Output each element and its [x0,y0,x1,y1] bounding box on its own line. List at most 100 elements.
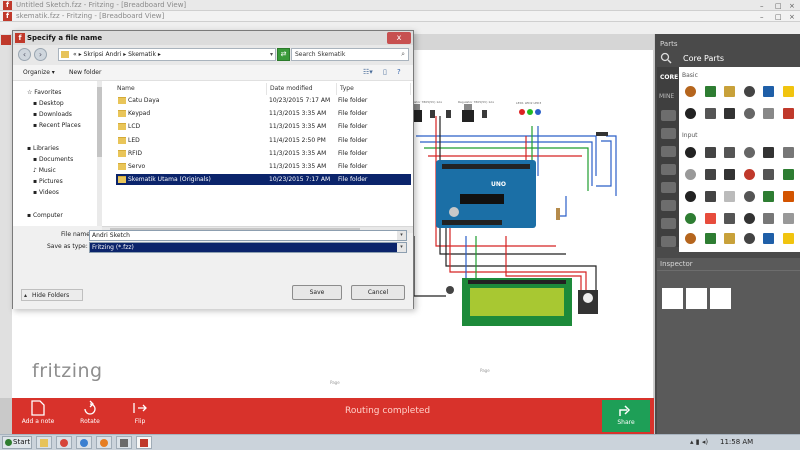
part-tile[interactable] [780,166,797,183]
part-tile[interactable] [682,105,699,122]
part-tile[interactable] [780,210,797,227]
cancel-button[interactable]: Cancel [351,285,405,300]
flip-button[interactable]: Flip [118,400,162,425]
part-tile[interactable] [741,188,758,205]
organize-button[interactable]: Organize ▾ [23,69,55,76]
part-tile[interactable] [760,83,777,100]
file-row[interactable]: RFID 11/3/2015 3:35 AM File folder [116,148,411,159]
part-tile[interactable] [682,210,699,227]
breadcrumb-skripsi[interactable]: Skripsi Andri [84,51,122,58]
chevron-down-icon[interactable]: ▾ [270,49,273,60]
bin-tab-icon[interactable] [661,200,676,211]
part-tile[interactable] [780,83,797,100]
bin-tab-icon[interactable] [661,164,676,175]
address-bar[interactable]: « ▸ Skripsi Andri ▸ Skematik ▸ ▾ [58,48,276,61]
part-tile[interactable] [721,210,738,227]
part-tile[interactable] [682,188,699,205]
file-row[interactable]: LED 11/4/2015 2:50 PM File folder [116,135,411,146]
part-tile[interactable] [721,188,738,205]
background-window-titlebar[interactable]: f Untitled Sketch.fzz - Fritzing - [Brea… [0,0,800,11]
part-tile[interactable] [682,83,699,100]
part-tile[interactable] [721,105,738,122]
bin-tab-icon[interactable] [661,146,676,157]
bin-tab-icon[interactable] [661,110,676,121]
part-tile[interactable] [760,144,777,161]
help-icon[interactable]: ? [397,68,401,76]
dialog-titlebar[interactable]: f Specify a file name [13,31,413,45]
regulator-right[interactable] [462,110,474,122]
add-note-button[interactable]: Add a note [16,400,60,425]
taskbar-app[interactable] [116,436,132,449]
chevron-down-icon[interactable]: ▾ [397,243,406,252]
part-tile[interactable] [702,188,719,205]
part-tile[interactable] [741,105,758,122]
part-tile[interactable] [702,144,719,161]
part-tile[interactable] [780,144,797,161]
nav-documents[interactable]: ▪ Documents [33,156,73,163]
nav-favorites[interactable]: ☆ Favorites [27,89,61,96]
nav-computer[interactable]: ▪ Computer [27,212,63,219]
part-tile[interactable] [760,166,777,183]
main-window-titlebar[interactable]: f skematik.fzz - Fritzing - [Breadboard … [0,11,800,22]
taskbar-ie[interactable] [76,436,92,449]
rotate-button[interactable]: Rotate [68,400,112,425]
part-tile[interactable] [741,210,758,227]
nav-videos[interactable]: ▪ Videos [33,189,59,196]
refresh-button[interactable]: ⇄ [277,48,290,61]
nav-downloads[interactable]: ▪ Downloads [33,111,72,118]
file-row[interactable]: Catu Daya 10/23/2015 7:17 AM File folder [116,95,411,106]
part-tile[interactable] [682,144,699,161]
file-row[interactable]: LCD 11/3/2015 3:35 AM File folder [116,121,411,132]
bin-tab-icon[interactable] [661,128,676,139]
new-folder-button[interactable]: New folder [69,69,101,76]
led-blue[interactable] [535,109,541,115]
share-button[interactable]: Share [602,400,650,432]
chevron-down-icon[interactable]: ▾ [397,231,406,240]
breadcrumb-root[interactable]: « [73,51,77,58]
bin-tab-mine[interactable]: MINE [659,93,674,100]
nav-pictures[interactable]: ▪ Pictures [33,178,63,185]
taskbar-explorer[interactable] [36,436,52,449]
search-input[interactable]: Search Skematik ⌕ [291,48,409,61]
led-green[interactable] [527,109,533,115]
view-options-icon[interactable]: ☷▾ [363,68,373,76]
part-tile[interactable] [760,105,777,122]
part-tile[interactable] [721,83,738,100]
column-header-type[interactable]: Type [337,83,411,95]
part-tile[interactable] [682,230,699,247]
column-header-date[interactable]: Date modified [267,83,337,95]
preview-pane-icon[interactable]: ▯ [383,68,387,76]
bin-tab-icon[interactable] [661,236,676,247]
part-tile[interactable] [702,105,719,122]
nav-music[interactable]: ♪ Music [33,167,56,174]
bin-tab-core[interactable]: CORE [660,74,678,81]
part-tile[interactable] [741,83,758,100]
part-tile[interactable] [721,144,738,161]
hide-folders-button[interactable]: ▴ Hide Folders [21,289,83,301]
taskbar-fritzing[interactable] [136,436,152,449]
part-tile[interactable] [780,230,797,247]
part-tile[interactable] [760,210,777,227]
bin-tab-icon[interactable] [661,218,676,229]
part-tile[interactable] [721,230,738,247]
save-button[interactable]: Save [292,285,342,300]
back-button[interactable]: ‹ [18,48,31,61]
search-icon[interactable] [660,52,672,64]
column-header-name[interactable]: Name [114,83,267,95]
part-tile[interactable] [702,230,719,247]
bin-tab-icon[interactable] [661,182,676,193]
part-tile[interactable] [682,166,699,183]
breadcrumb-skematik[interactable]: Skematik [128,51,156,58]
part-tile[interactable] [741,230,758,247]
taskbar-firefox[interactable] [96,436,112,449]
part-tile[interactable] [702,83,719,100]
part-tile[interactable] [780,105,797,122]
taskbar-chrome[interactable] [56,436,72,449]
clock[interactable]: 11:58 AM [720,438,753,446]
part-tile[interactable] [741,166,758,183]
part-tile[interactable] [702,210,719,227]
system-tray-icons[interactable]: ▴ ▮ ◂) [690,438,708,446]
nav-libraries[interactable]: ▪ Libraries [27,145,59,152]
dialog-close-button[interactable]: x [387,32,411,44]
forward-button[interactable]: › [34,48,47,61]
